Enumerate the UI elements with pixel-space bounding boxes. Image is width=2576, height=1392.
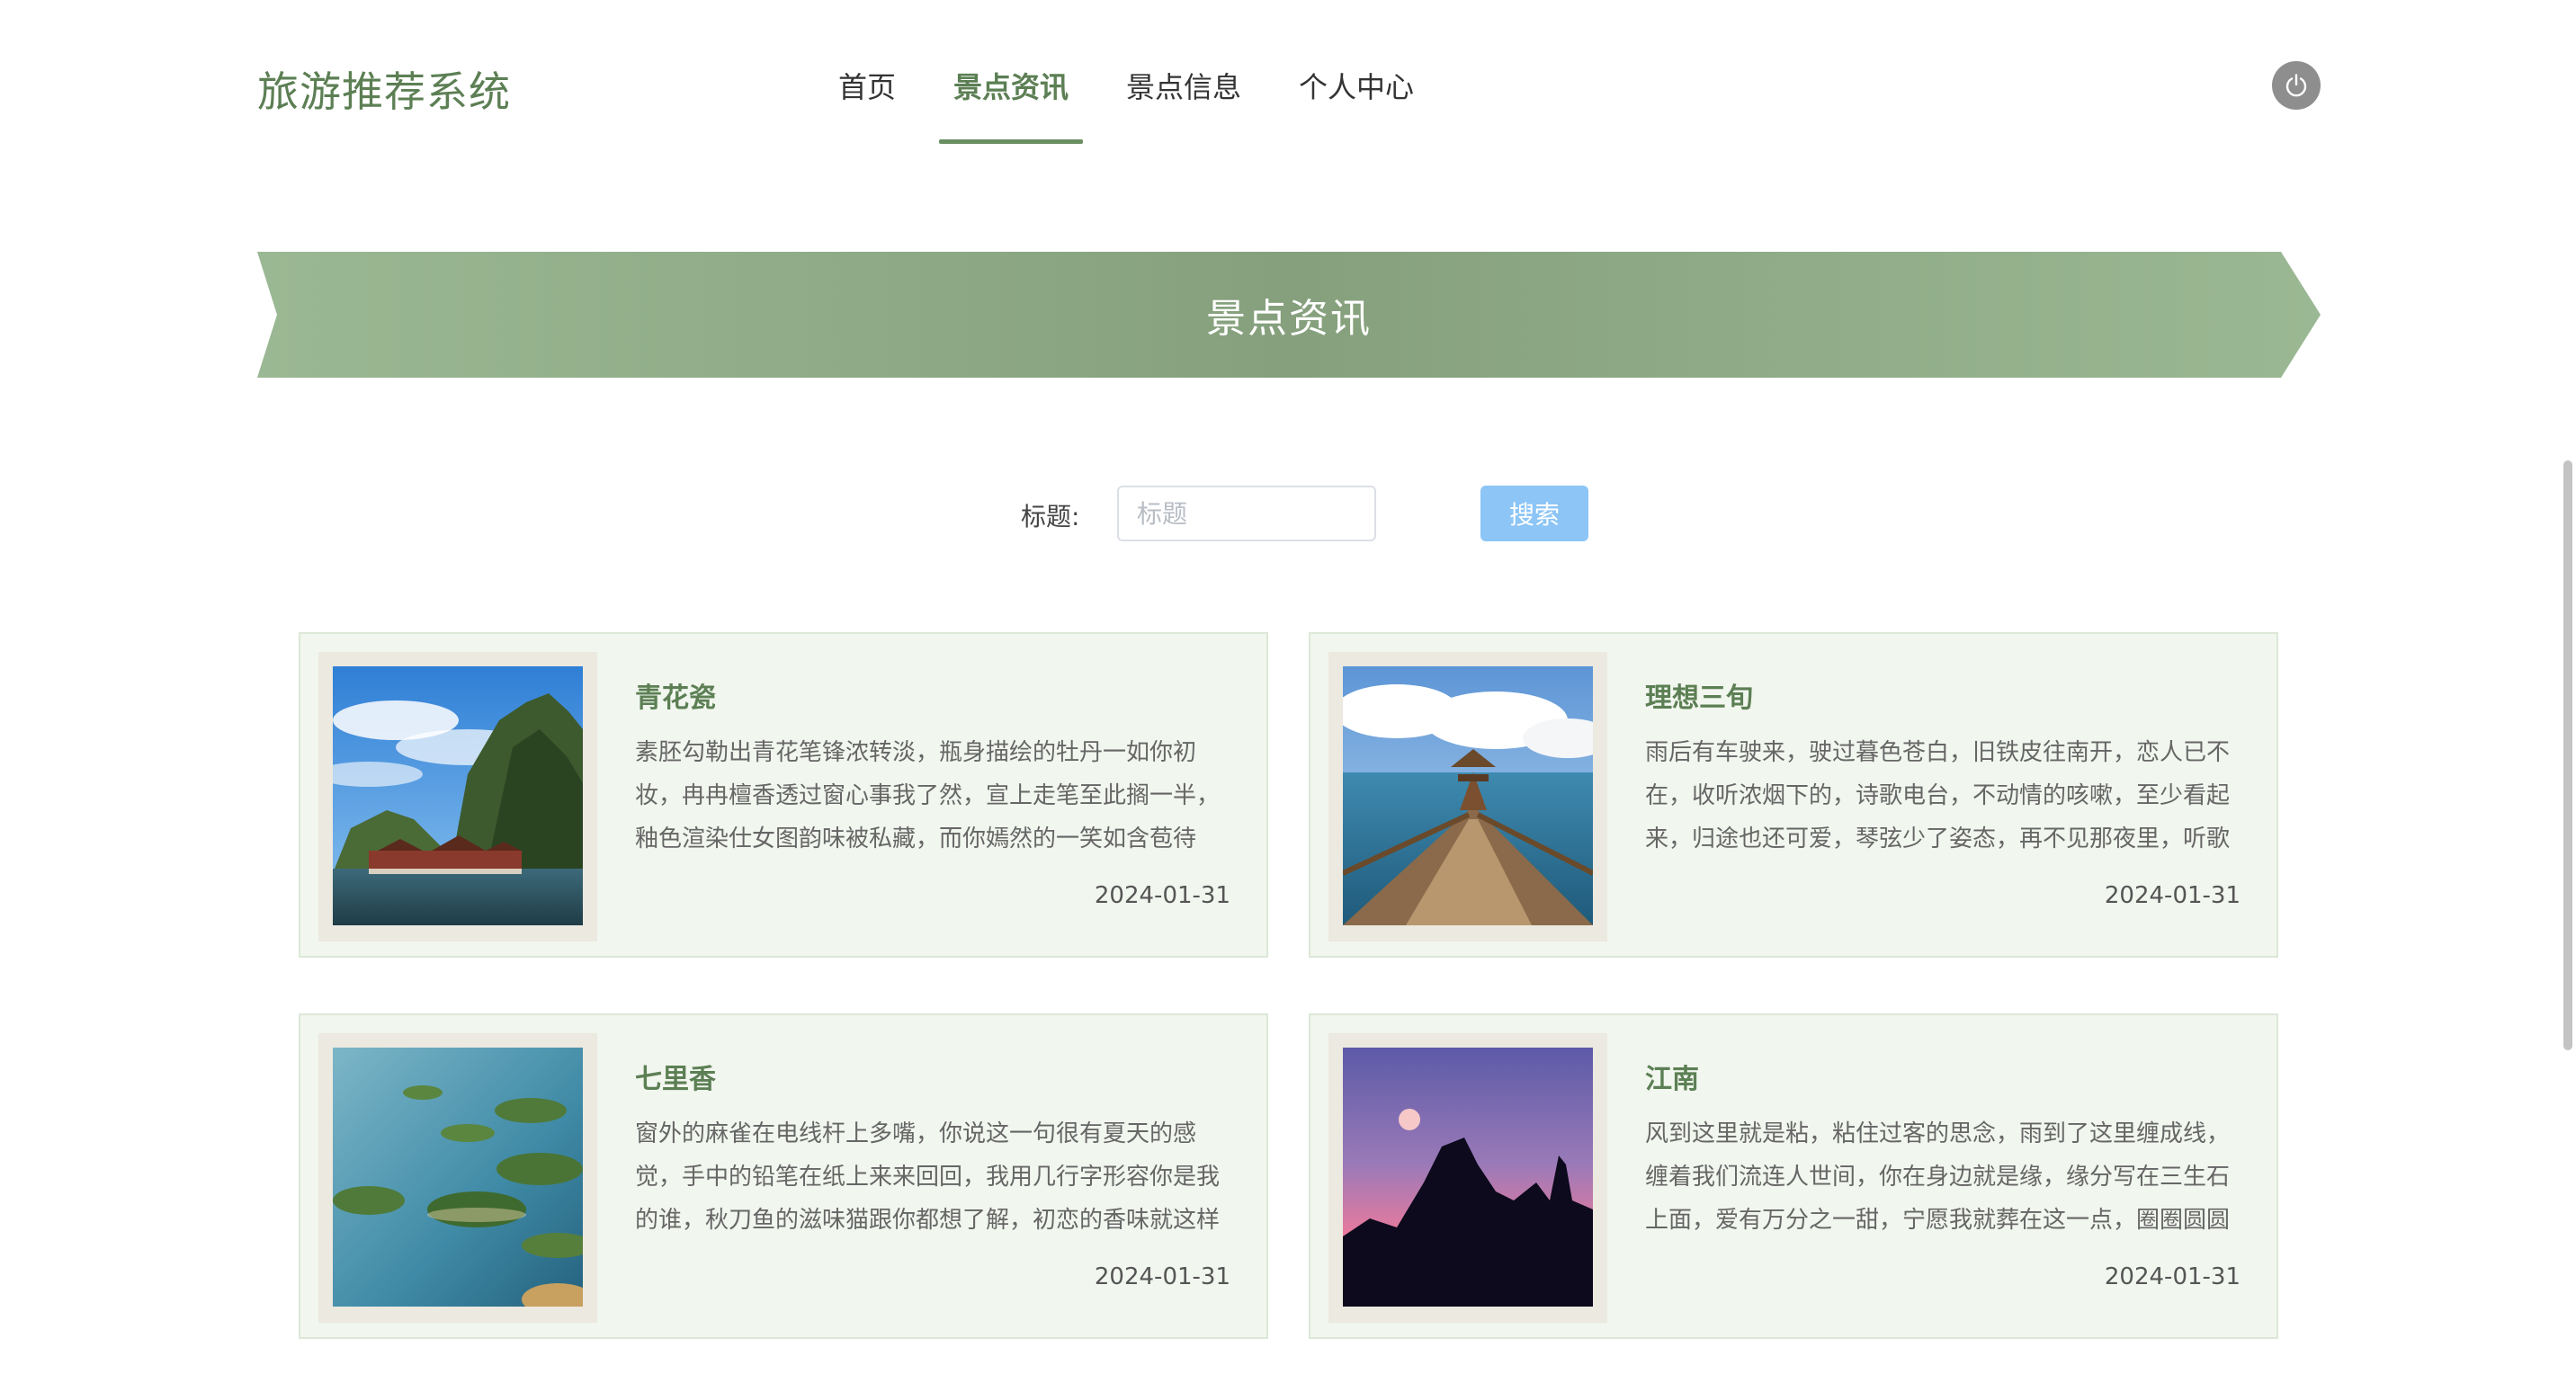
card-thumb-frame [318,1033,597,1323]
section-banner: 景点资讯 [257,252,2321,378]
news-card[interactable]: 青花瓷 素胚勾勒出青花笔锋浓转淡，瓶身描绘的牡丹一如你初妆，冉冉檀香透过窗心事我… [299,632,1268,958]
power-icon [2285,74,2307,97]
card-description: 素胚勾勒出青花笔锋浓转淡，瓶身描绘的牡丹一如你初妆，冉冉檀香透过窗心事我了然，宣… [635,739,1221,852]
card-title[interactable]: 七里香 [635,1057,716,1096]
card-thumb-frame [1328,1033,1607,1323]
search-input[interactable] [1117,486,1376,541]
main-nav: 首页 景点资讯 景点信息 个人中心 [824,65,1457,144]
card-date: 2024-01-31 [2104,1263,2241,1290]
nav-home[interactable]: 首页 [824,65,910,144]
card-thumb-frame [1328,652,1607,941]
card-description: 雨后有车驶来，驶过暮色苍白，旧铁皮往南开，恋人已不在，收听浓烟下的，诗歌电台，不… [1645,739,2231,852]
news-card[interactable]: 理想三旬 雨后有车驶来，驶过暮色苍白，旧铁皮往南开，恋人已不在，收听浓烟下的，诗… [1309,632,2278,958]
card-image-karst-lake[interactable] [333,666,583,925]
card-date: 2024-01-31 [2104,882,2241,909]
news-card[interactable]: 江南 风到这里就是粘，粘住过客的思念，雨到了这里缠成线，缠着我们流连人世间，你在… [1309,1013,2278,1339]
card-title[interactable]: 江南 [1645,1057,1699,1096]
card-title[interactable]: 青花瓷 [635,675,716,715]
top-header: 旅游推荐系统 首页 景点资讯 景点信息 个人中心 [0,0,2576,144]
card-description: 窗外的麻雀在电线杆上多嘴，你说这一句很有夏天的感觉，手中的铅笔在纸上来来回回，我… [635,1120,1221,1234]
banner-title: 景点资讯 [1206,296,1372,342]
card-image-mountain-sunset[interactable] [1343,1048,1593,1307]
news-card[interactable]: 七里香 窗外的麻雀在电线杆上多嘴，你说这一句很有夏天的感觉，手中的铅笔在纸上来来… [299,1013,1268,1339]
site-brand[interactable]: 旅游推荐系统 [257,59,511,119]
card-description: 风到这里就是粘，粘住过客的思念，雨到了这里缠成线，缠着我们流连人世间，你在身边就… [1645,1120,2231,1234]
nav-news[interactable]: 景点资讯 [939,65,1084,144]
card-image-island-lake[interactable] [333,1048,583,1307]
nav-attractions[interactable]: 景点信息 [1112,65,1256,144]
card-thumb-frame [318,652,597,941]
card-date: 2024-01-31 [1094,882,1230,909]
card-image-seaside-pier[interactable] [1343,666,1593,925]
nav-profile[interactable]: 个人中心 [1284,65,1428,144]
search-label: 标题: [1021,502,1080,531]
card-title[interactable]: 理想三旬 [1645,675,1753,715]
scrollbar-thumb[interactable] [2563,460,2572,1050]
logout-button[interactable] [2272,61,2321,110]
card-date: 2024-01-31 [1094,1263,1230,1290]
search-button[interactable]: 搜索 [1480,486,1588,541]
